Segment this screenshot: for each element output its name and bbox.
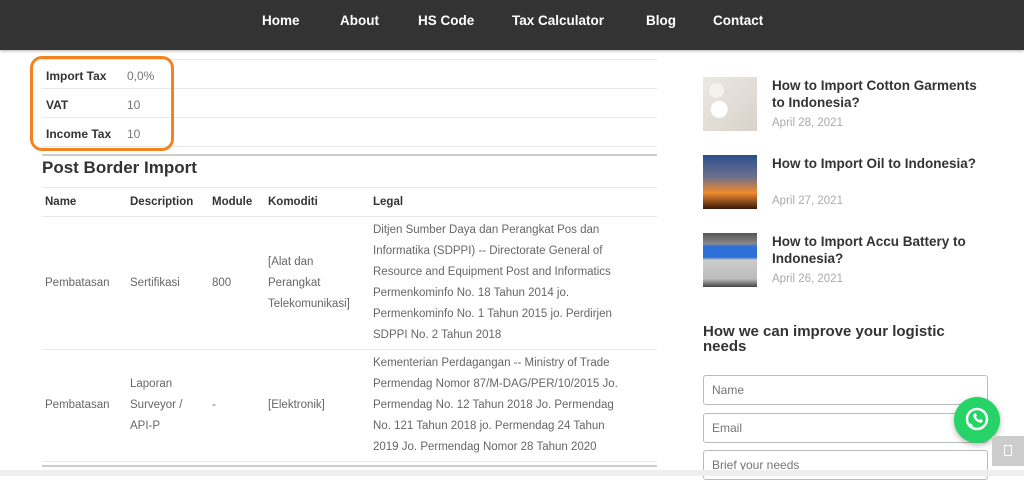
cell-komoditi: [Alat dan Perangkat Telekomunikasi] [265,216,370,350]
tax-highlight-box [30,56,174,151]
col-module: Module [209,187,265,217]
divider [42,465,657,467]
nav-tax-calculator[interactable]: Tax Calculator [512,13,604,28]
battery-thumbnail[interactable] [703,233,757,287]
bottom-edge [0,470,1024,476]
nav-contact[interactable]: Contact [713,13,763,28]
cotton-thumbnail[interactable] [703,77,757,131]
cell-legal-line: Permenkominfo No. 1 Tahun 2015 jo. Perdi… [373,308,612,320]
divider [42,154,657,156]
cell-legal-line: Permendag No. 12 Tahun 2018 Jo. Permenda… [373,399,614,411]
col-name: Name [42,187,127,217]
post-item[interactable]: How to Import Cotton Garments to Indones… [703,77,988,133]
cell-legal-line: Ditjen Sumber Daya dan Perangkat Pos dan [373,224,600,236]
cell-module: 800 [209,216,265,350]
top-navigation: Home About HS Code Tax Calculator Blog C… [0,0,1024,50]
col-legal: Legal [370,187,657,217]
cell-legal-line: 2019 Jo. Permendag Nomor 28 Tahun 2020 [373,441,597,453]
post-title[interactable]: How to Import Cotton Garments to Indones… [772,77,987,111]
post-border-table: Name Description Module Komoditi Legal P… [42,187,657,462]
col-description: Description [127,187,209,217]
name-input[interactable] [703,375,988,405]
cell-komoditi-line: [Elektronik] [268,399,325,411]
form-title: How we can improve your logistic needs [703,323,945,355]
post-item[interactable]: How to Import Oil to Indonesia? April 27… [703,155,988,211]
cell-legal: Kementerian Perdagangan -- Ministry of T… [370,349,657,462]
cell-description-line: Laporan [130,378,173,390]
cell-legal-line: Resource and Equipment Post and Informat… [373,266,611,278]
post-item[interactable]: How to Import Accu Battery to Indonesia?… [703,233,988,289]
cell-legal-line: SDPPI No. 2 Tahun 2018 [373,329,502,341]
arrow-up-icon [1004,445,1012,456]
cell-legal-line: Permendag Nomor 87/M-DAG/PER/10/2015 Jo. [373,378,618,390]
cell-legal-line: Permenkominfo No. 18 Tahun 2014 jo. [373,287,570,299]
cell-description: Sertifikasi [127,216,209,350]
table-row: Pembatasan Sertifikasi 800 [Alat dan Perangk… [42,216,657,350]
table-row: Pembatasan Laporan Surveyor / API-P - [Elektr… [42,349,657,462]
cell-legal: Ditjen Sumber Daya dan Perangkat Pos dan… [370,216,657,350]
post-date: April 27, 2021 [772,195,843,207]
cell-komoditi-line: Telekomunikasi] [268,297,350,310]
cell-legal-line: Kementerian Perdagangan -- Ministry of T… [373,357,610,369]
cell-name: Pembatasan [42,216,127,350]
scroll-to-top-button[interactable] [992,436,1024,466]
cell-description-line: API-P [130,420,161,432]
nav-about[interactable]: About [340,13,379,28]
cell-komoditi-line: Perangkat [268,276,321,289]
col-komoditi: Komoditi [265,187,370,217]
cell-description-line: Sertifikasi [130,276,180,289]
cell-komoditi-line: [Alat dan [268,255,314,268]
nav-blog[interactable]: Blog [646,13,676,28]
cell-legal-line: No. 121 Tahun 2018 jo. Permendag 24 Tahu… [373,420,605,432]
cell-legal-line: Informatika (SDPPI) -- Directorate Gener… [373,245,603,257]
nav-home[interactable]: Home [262,13,300,28]
post-title[interactable]: How to Import Accu Battery to Indonesia? [772,233,987,267]
cell-name: Pembatasan [42,349,127,462]
post-date: April 28, 2021 [772,117,843,129]
cell-module: - [209,349,265,462]
cell-description: Laporan Surveyor / API-P [127,349,209,462]
section-title: Post Border Import [42,158,197,177]
oil-thumbnail[interactable] [703,155,757,209]
cell-komoditi: [Elektronik] [265,349,370,462]
post-title[interactable]: How to Import Oil to Indonesia? [772,155,987,172]
email-input[interactable] [703,413,988,443]
post-date: April 26, 2021 [772,273,843,285]
nav-hs-code[interactable]: HS Code [418,13,474,28]
cell-description-line: Surveyor / [130,399,183,411]
